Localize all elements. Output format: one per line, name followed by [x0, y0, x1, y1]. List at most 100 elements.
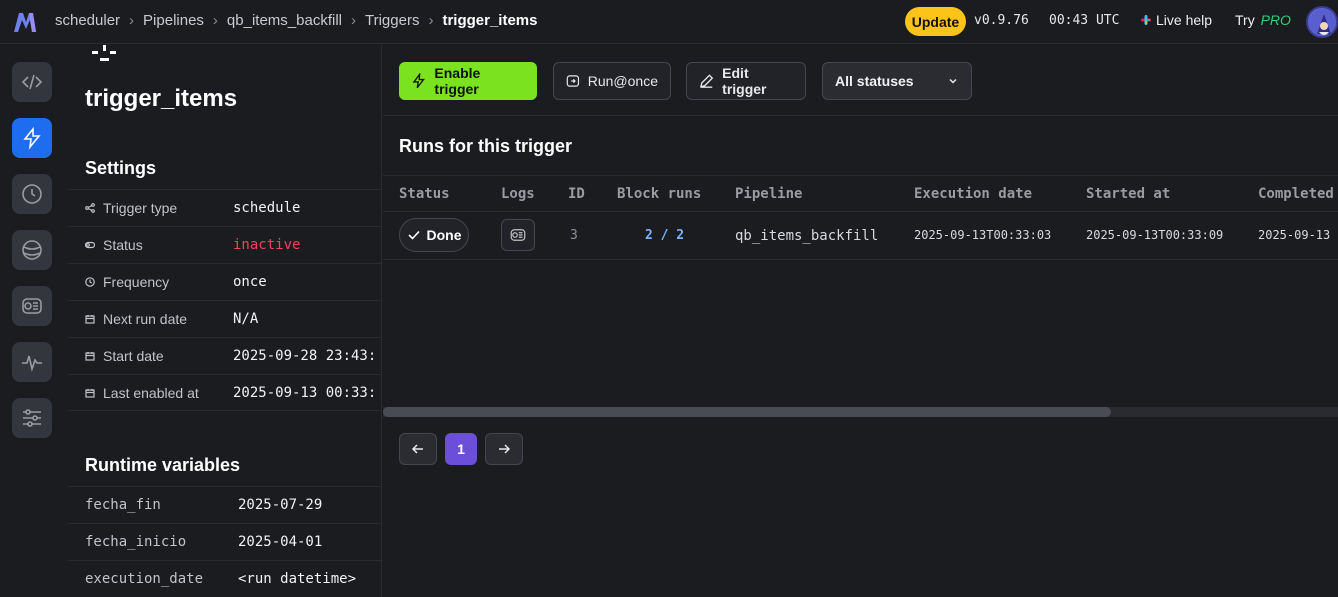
update-button[interactable]: Update: [905, 7, 966, 36]
setting-row-frequency: Frequency once: [68, 263, 381, 300]
status-filter-select[interactable]: All statuses: [822, 62, 972, 100]
execution-date: 2025-09-13T00:33:03: [914, 228, 1052, 242]
enable-trigger-label: Enable trigger: [434, 65, 481, 97]
variable-row: fecha_fin 2025-07-29: [68, 486, 381, 523]
clock-icon: [22, 184, 42, 204]
nav-globe-button[interactable]: [12, 230, 52, 270]
variable-name: execution_date: [85, 571, 204, 587]
column-header-started-at: Started at: [1086, 186, 1171, 202]
run-once-button[interactable]: Run@once: [553, 62, 671, 100]
variable-value: <run datetime>: [238, 571, 357, 587]
runs-heading: Runs for this trigger: [399, 136, 573, 156]
nav-settings-button[interactable]: [12, 398, 52, 438]
nav-code-button[interactable]: [12, 62, 52, 102]
setting-row-trigger-type: Trigger type schedule: [68, 189, 381, 226]
breadcrumb-separator-icon: ›: [428, 12, 434, 29]
globe-icon: [22, 240, 42, 260]
try-label: Try: [1235, 12, 1255, 28]
chevron-down-icon: [949, 78, 957, 84]
column-header-logs: Logs: [501, 186, 535, 202]
run-once-label: Run@once: [587, 73, 658, 89]
clock-icon: [85, 277, 95, 287]
column-header-status: Status: [399, 186, 450, 202]
block-runs-link[interactable]: 2 / 2: [645, 228, 684, 243]
calendar-icon: [85, 315, 95, 324]
mage-logo-icon[interactable]: [13, 10, 39, 34]
top-header: scheduler › Pipelines › qb_items_backfill ›…: [0, 0, 1338, 44]
status-value: inactive: [233, 237, 301, 253]
breadcrumb-pipeline[interactable]: qb_items_backfill: [227, 12, 342, 29]
edit-trigger-label: Edit trigger: [722, 65, 767, 97]
lightning-icon: [412, 73, 425, 89]
enable-trigger-button[interactable]: Enable trigger: [399, 62, 537, 100]
nav-monitor-button[interactable]: [12, 342, 52, 382]
last-enabled-value: 2025-09-13 00:33:: [233, 384, 377, 401]
run-once-icon: [566, 75, 580, 87]
logs-icon: [22, 298, 42, 314]
breadcrumb-pipelines[interactable]: Pipelines: [143, 12, 204, 29]
avatar[interactable]: [1306, 6, 1338, 38]
page-1-button[interactable]: 1: [445, 433, 477, 465]
breadcrumb-separator-icon: ›: [350, 12, 356, 29]
status-filter-value: All statuses: [835, 73, 914, 89]
wizard-avatar-icon: [1308, 8, 1336, 36]
breadcrumb-scheduler[interactable]: scheduler: [55, 12, 120, 29]
lightning-icon: [23, 126, 41, 150]
logs-icon: [510, 229, 526, 241]
variable-name: fecha_inicio: [85, 534, 187, 550]
nav-triggers-button[interactable]: [12, 118, 52, 158]
status-done-badge[interactable]: Done: [399, 218, 469, 252]
live-help-label: Live help: [1156, 12, 1213, 28]
logs-button[interactable]: [501, 219, 535, 251]
status-label: Done: [426, 227, 462, 243]
pipeline-name: qb_items_backfill: [735, 228, 879, 244]
setting-label: Trigger type: [103, 200, 178, 216]
column-header-id: ID: [568, 186, 585, 202]
breadcrumb-triggers[interactable]: Triggers: [365, 12, 419, 29]
calendar-icon: [85, 352, 95, 361]
calendar-icon: [85, 388, 95, 398]
setting-label: Status: [103, 237, 143, 253]
pencil-icon: [699, 74, 714, 88]
trigger-status-icon: [92, 45, 116, 61]
trigger-toolbar: Enable trigger Run@once Edit trigger All…: [383, 45, 1338, 116]
trigger-type-value: schedule: [233, 200, 301, 216]
nav-logs-button[interactable]: [12, 286, 52, 326]
started-at: 2025-09-13T00:33:09: [1086, 228, 1224, 242]
frequency-value: once: [233, 274, 267, 290]
table-header: Status Logs ID Block runs Pipeline Execu…: [383, 175, 1338, 212]
breadcrumb: scheduler › Pipelines › qb_items_backfill ›…: [55, 12, 538, 29]
horizontal-scrollbar[interactable]: [383, 407, 1338, 417]
next-page-button[interactable]: [485, 433, 523, 465]
column-header-execution-date: Execution date: [914, 186, 1033, 202]
code-icon: [21, 74, 43, 90]
start-date-value: 2025-09-28 23:43:: [233, 348, 377, 364]
variable-value: 2025-04-01: [238, 534, 323, 550]
column-header-block-runs: Block runs: [617, 186, 702, 202]
try-pro-link[interactable]: Try PRO: [1235, 12, 1291, 28]
column-header-completed: Completed: [1258, 186, 1334, 202]
setting-row-start-date: Start date 2025-09-28 23:43:: [68, 337, 381, 374]
breadcrumb-separator-icon: ›: [212, 12, 218, 29]
settings-sliders-icon: [23, 409, 41, 427]
trigger-runs-main: Enable trigger Run@once Edit trigger All…: [383, 45, 1338, 597]
check-icon: [407, 230, 420, 240]
arrow-left-icon: [411, 444, 423, 454]
completed-at: 2025-09-13: [1258, 228, 1331, 242]
breadcrumb-separator-icon: ›: [129, 12, 135, 29]
next-run-value: N/A: [233, 311, 259, 327]
variable-row: fecha_inicio 2025-04-01: [68, 523, 381, 560]
scrollbar-thumb[interactable]: [383, 407, 1111, 417]
variable-row: execution_date <run datetime>: [68, 560, 381, 597]
setting-label: Next run date: [103, 311, 188, 327]
table-row[interactable]: Done 3 2 / 2 qb_items_backfill 2025-09-1…: [383, 212, 1338, 260]
nav-runs-button[interactable]: [12, 174, 52, 214]
edit-trigger-button[interactable]: Edit trigger: [686, 62, 806, 100]
setting-label: Frequency: [103, 274, 170, 290]
previous-page-button[interactable]: [399, 433, 437, 465]
settings-heading: Settings: [85, 158, 157, 178]
version-label: v0.9.76: [974, 13, 1029, 28]
runtime-variables-heading: Runtime variables: [85, 455, 241, 475]
slack-icon: [1141, 15, 1151, 25]
live-help-link[interactable]: Live help: [1140, 12, 1212, 28]
